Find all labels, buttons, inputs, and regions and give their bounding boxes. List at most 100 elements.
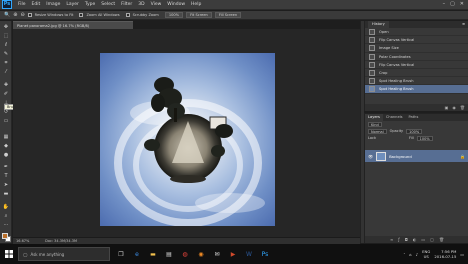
fill-label: Fill bbox=[408, 136, 414, 140]
menu-type[interactable]: Type bbox=[82, 2, 98, 7]
menu-3d[interactable]: 3D bbox=[135, 2, 147, 7]
shape-tool-icon[interactable]: ▬ bbox=[2, 190, 10, 198]
opacity-input[interactable]: 100% bbox=[406, 129, 423, 134]
history-item[interactable]: Crop bbox=[365, 69, 468, 78]
path-select-tool-icon[interactable]: ➤ bbox=[2, 181, 10, 189]
menu-select[interactable]: Select bbox=[98, 2, 118, 7]
history-item[interactable]: Flip Canvas Vertical bbox=[365, 61, 468, 69]
photoshop-taskbar-icon[interactable]: Ps bbox=[258, 247, 272, 261]
maximize-icon[interactable]: ▢ bbox=[450, 1, 455, 7]
file-explorer-icon[interactable]: ▬ bbox=[146, 247, 160, 261]
search-placeholder: Ask me anything bbox=[30, 251, 65, 257]
volume-icon[interactable]: ♪ bbox=[416, 252, 418, 257]
foreground-color-swatch[interactable] bbox=[2, 233, 8, 239]
menu-image[interactable]: Image bbox=[43, 2, 63, 7]
marquee-tool-icon[interactable]: ⬚ bbox=[2, 32, 10, 40]
start-button[interactable] bbox=[0, 244, 18, 264]
dodge-tool-icon[interactable]: ● bbox=[2, 151, 10, 159]
zoom-all-checkbox[interactable] bbox=[79, 13, 84, 17]
blend-mode-select[interactable]: Normal bbox=[368, 129, 387, 134]
scrubby-zoom-checkbox[interactable] bbox=[125, 13, 130, 17]
panel-menu-icon[interactable]: ≡ bbox=[462, 21, 465, 28]
zoom-all-label: Zoom All Windows bbox=[86, 13, 120, 17]
zoom-out-icon[interactable]: ⊖ bbox=[20, 12, 24, 18]
hand-tool-icon[interactable]: ✋ bbox=[2, 203, 10, 211]
tray-overflow-icon[interactable]: ˄ bbox=[403, 252, 405, 257]
menu-layer[interactable]: Layer bbox=[63, 2, 82, 7]
menu-window[interactable]: Window bbox=[164, 2, 188, 7]
kind-filter-select[interactable]: Kind bbox=[368, 122, 382, 127]
tab-channels[interactable]: Channels bbox=[383, 114, 406, 121]
gradient-tool-icon[interactable]: ▦ bbox=[2, 133, 10, 141]
spot-healing-tool-icon[interactable]: ✚ bbox=[2, 81, 10, 89]
more-tools-icon[interactable]: ⋯ bbox=[2, 221, 10, 229]
new-snapshot-icon[interactable]: ◉ bbox=[452, 104, 456, 111]
menu-file[interactable]: File bbox=[15, 2, 29, 7]
type-tool-icon[interactable]: T bbox=[2, 172, 10, 180]
pen-tool-icon[interactable]: ✒ bbox=[2, 163, 10, 171]
tab-layers[interactable]: Layers bbox=[365, 114, 383, 121]
language-indicator[interactable]: ENG US bbox=[422, 249, 430, 259]
clock[interactable]: 7:56 PM 2016-07-15 bbox=[434, 249, 456, 259]
firefox-icon[interactable]: ◉ bbox=[194, 247, 208, 261]
history-state-icon bbox=[369, 69, 375, 76]
network-icon[interactable]: ⌂ bbox=[409, 252, 411, 257]
zoom-tool-icon[interactable]: 🔍 bbox=[4, 12, 10, 18]
document-tab[interactable]: Planet panorama2.jpg @ 16.7% (RGB/8) bbox=[13, 21, 133, 29]
layer-row-background[interactable]: 👁 Background 🔒 bbox=[365, 150, 468, 162]
zoom-in-icon[interactable]: ⊕ bbox=[13, 12, 17, 18]
move-tool-icon[interactable]: ✥ bbox=[2, 23, 10, 31]
history-item[interactable]: Open bbox=[365, 28, 468, 37]
notifications-icon[interactable]: ▭ bbox=[460, 252, 464, 257]
menu-edit[interactable]: Edit bbox=[29, 2, 44, 7]
minimize-icon[interactable]: – bbox=[443, 1, 446, 7]
group-folder-icon[interactable]: ▭ bbox=[421, 236, 425, 243]
tab-history[interactable]: History bbox=[368, 21, 389, 28]
fit-screen-button[interactable]: Fit Screen bbox=[186, 12, 212, 18]
new-layer-icon[interactable]: ▢ bbox=[430, 236, 434, 243]
fill-input[interactable]: 100% bbox=[416, 136, 433, 141]
microphone-icon: ◯ bbox=[23, 251, 28, 257]
new-document-from-state-icon[interactable]: ▣ bbox=[445, 104, 449, 111]
fill-screen-button[interactable]: Fill Screen bbox=[214, 12, 242, 18]
history-item[interactable]: Image Size bbox=[365, 44, 468, 53]
task-view-icon[interactable]: ❐ bbox=[114, 247, 128, 261]
crop-tool-icon[interactable]: ⌗ bbox=[2, 59, 10, 67]
cortana-search-box[interactable]: ◯ Ask me anything bbox=[18, 247, 110, 261]
eyedropper-tool-icon[interactable]: ⁄ bbox=[2, 68, 10, 76]
word-icon[interactable]: W bbox=[242, 247, 256, 261]
lasso-tool-icon[interactable]: ℓ bbox=[2, 41, 10, 49]
quick-select-tool-icon[interactable]: ✎ bbox=[2, 50, 10, 58]
history-item[interactable]: Spot Healing Brush bbox=[365, 77, 468, 86]
media-player-icon[interactable]: ▶ bbox=[226, 247, 240, 261]
adjustment-icon[interactable]: ◐ bbox=[413, 236, 417, 243]
menu-view[interactable]: View bbox=[148, 2, 165, 7]
menu-filter[interactable]: Filter bbox=[118, 2, 135, 7]
delete-layer-icon[interactable]: 🗑 bbox=[439, 236, 444, 243]
zoom-tool-panel-icon[interactable]: ⌕ bbox=[2, 212, 10, 220]
menu-help[interactable]: Help bbox=[188, 2, 204, 7]
chrome-icon[interactable]: ◍ bbox=[178, 247, 192, 261]
history-item-selected[interactable]: Spot Healing Brush bbox=[365, 85, 468, 94]
history-item[interactable]: Polar Coordinates bbox=[365, 53, 468, 61]
mail-icon[interactable]: ✉ bbox=[210, 247, 224, 261]
brush-tool-icon[interactable]: ✐ bbox=[2, 90, 10, 98]
tab-paths[interactable]: Paths bbox=[406, 114, 422, 121]
tiny-planet-image[interactable] bbox=[100, 53, 275, 226]
visibility-eye-icon[interactable]: 👁 bbox=[368, 154, 373, 159]
zoom-100-button[interactable]: 100% bbox=[164, 12, 184, 18]
close-icon[interactable]: ✕ bbox=[460, 1, 464, 7]
history-item-label: Spot Healing Brush bbox=[379, 79, 414, 84]
history-state-icon bbox=[369, 29, 375, 35]
edge-browser-icon[interactable]: e bbox=[130, 247, 144, 261]
lock-icon: 🔒 bbox=[460, 153, 465, 159]
mask-icon[interactable]: ◘ bbox=[405, 236, 408, 243]
history-item[interactable]: Flip Canvas Vertical bbox=[365, 36, 468, 45]
store-icon[interactable]: ▤ bbox=[162, 247, 176, 261]
blur-tool-icon[interactable]: ◆ bbox=[2, 142, 10, 150]
link-layers-icon[interactable]: ∞ bbox=[390, 236, 393, 243]
eraser-tool-icon[interactable]: ▭ bbox=[2, 117, 10, 125]
trash-icon[interactable]: 🗑 bbox=[460, 104, 465, 111]
resize-windows-checkbox[interactable] bbox=[27, 13, 32, 17]
fx-icon[interactable]: ƒ bbox=[398, 236, 399, 243]
